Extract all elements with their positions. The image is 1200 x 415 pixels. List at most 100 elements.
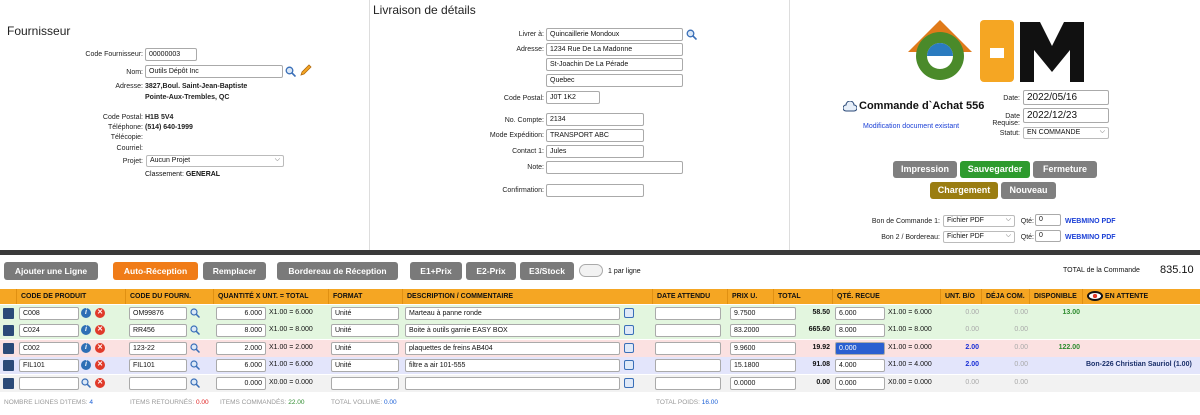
- quantity-input[interactable]: 6.000: [216, 307, 266, 320]
- comment-icon[interactable]: [624, 343, 634, 353]
- bon1-qty-input[interactable]: 0: [1035, 214, 1061, 226]
- status-select[interactable]: EN COMMANDE: [1023, 127, 1109, 139]
- info-icon[interactable]: i: [81, 308, 91, 318]
- bon1-format-select[interactable]: Fichier PDF: [943, 215, 1015, 227]
- e3-stock-button[interactable]: E3/Stock: [520, 262, 574, 280]
- format-input[interactable]: Unité: [331, 342, 399, 355]
- shipping-input[interactable]: TRANSPORT ABC: [546, 129, 644, 142]
- delivery-address3-input[interactable]: Quebec: [546, 74, 683, 87]
- calculator-icon[interactable]: [3, 308, 14, 319]
- expected-date-input[interactable]: [655, 342, 721, 355]
- description-input[interactable]: Boite à outils garnie EASY BOX: [405, 324, 620, 337]
- info-icon[interactable]: i: [81, 325, 91, 335]
- bon1-webmino-link[interactable]: WEBMINO PDF: [1065, 218, 1116, 225]
- supplier-code-input[interactable]: RR456: [129, 324, 187, 337]
- search-icon[interactable]: [190, 343, 200, 353]
- supplier-code-input[interactable]: 123-22: [129, 342, 187, 355]
- delete-icon[interactable]: ✕: [95, 325, 105, 335]
- bordereau-button[interactable]: Bordereau de Réception: [277, 262, 398, 280]
- received-qty-input[interactable]: 0.000: [835, 377, 885, 390]
- info-icon[interactable]: i: [81, 360, 91, 370]
- edit-pencil-icon[interactable]: [299, 64, 312, 77]
- supplier-code-input[interactable]: FIL101: [129, 359, 187, 372]
- print-button[interactable]: Impression: [893, 161, 957, 178]
- account-input[interactable]: 2134: [546, 113, 644, 126]
- description-input[interactable]: filtre a air 101-555: [405, 359, 620, 372]
- new-button[interactable]: Nouveau: [1001, 182, 1056, 199]
- quantity-input[interactable]: 8.000: [216, 324, 266, 337]
- expected-date-input[interactable]: [655, 307, 721, 320]
- expected-date-input[interactable]: [655, 359, 721, 372]
- comment-icon[interactable]: [624, 325, 634, 335]
- search-icon[interactable]: [285, 66, 296, 77]
- product-code-input[interactable]: C002: [19, 342, 79, 355]
- expected-date-input[interactable]: [655, 324, 721, 337]
- contact-input[interactable]: Jules: [546, 145, 644, 158]
- search-icon[interactable]: [81, 378, 91, 388]
- search-icon[interactable]: [686, 29, 697, 40]
- received-qty-input[interactable]: 8.000: [835, 324, 885, 337]
- description-input[interactable]: Marteau à panne ronde: [405, 307, 620, 320]
- supplier-code-input[interactable]: OM99876: [129, 307, 187, 320]
- info-icon[interactable]: i: [81, 343, 91, 353]
- product-code-input[interactable]: C008: [19, 307, 79, 320]
- calculator-icon[interactable]: [3, 378, 14, 389]
- supplier-code-input[interactable]: [129, 377, 187, 390]
- e1-price-button[interactable]: E1+Prix: [410, 262, 462, 280]
- format-input[interactable]: Unité: [331, 359, 399, 372]
- bon2-webmino-link[interactable]: WEBMINO PDF: [1065, 234, 1116, 241]
- search-icon[interactable]: [190, 378, 200, 388]
- bon2-format-select[interactable]: Fichier PDF: [943, 231, 1015, 243]
- search-icon[interactable]: [190, 360, 200, 370]
- quantity-input[interactable]: 0.000: [216, 377, 266, 390]
- format-input[interactable]: Unité: [331, 324, 399, 337]
- delete-icon[interactable]: ✕: [95, 343, 105, 353]
- load-button[interactable]: Chargement: [930, 182, 998, 199]
- calculator-icon[interactable]: [3, 343, 14, 354]
- product-code-input[interactable]: [19, 377, 79, 390]
- date-input[interactable]: 2022/05/16: [1023, 90, 1109, 105]
- delete-icon[interactable]: ✕: [95, 378, 105, 388]
- expected-date-input[interactable]: [655, 377, 721, 390]
- search-icon[interactable]: [190, 325, 200, 335]
- e2-price-button[interactable]: E2-Prix: [466, 262, 516, 280]
- format-input[interactable]: [331, 377, 399, 390]
- add-note-icon[interactable]: [624, 378, 634, 388]
- delete-icon[interactable]: ✕: [95, 308, 105, 318]
- delivery-address1-input[interactable]: 1234 Rue De La Madonne: [546, 43, 683, 56]
- replace-button[interactable]: Remplacer: [203, 262, 266, 280]
- delete-icon[interactable]: ✕: [95, 360, 105, 370]
- project-select[interactable]: Aucun Projet: [146, 155, 284, 167]
- quantity-input[interactable]: 2.000: [216, 342, 266, 355]
- received-qty-input[interactable]: 0.000: [835, 342, 885, 355]
- received-qty-input[interactable]: 4.000: [835, 359, 885, 372]
- delivery-address2-input[interactable]: St-Joachin De La Pérade: [546, 58, 683, 71]
- product-code-input[interactable]: FIL101: [19, 359, 79, 372]
- quantity-input[interactable]: 6.000: [216, 359, 266, 372]
- supplier-name-label: Nom:: [126, 69, 143, 76]
- bon2-qty-input[interactable]: 0: [1035, 230, 1061, 242]
- comment-icon[interactable]: [624, 360, 634, 370]
- supplier-name-input[interactable]: Outils Dépôt Inc: [145, 65, 283, 78]
- required-date-input[interactable]: 2022/12/23: [1023, 108, 1109, 123]
- description-input[interactable]: [405, 377, 620, 390]
- received-qty-input[interactable]: 6.000: [835, 307, 885, 320]
- comment-icon[interactable]: [624, 308, 634, 318]
- cloud-sync-icon[interactable]: [843, 101, 857, 113]
- supplier-code-input[interactable]: 00000003: [145, 48, 197, 61]
- per-line-toggle[interactable]: [579, 264, 603, 277]
- delivery-postal-input[interactable]: J0T 1K2: [546, 91, 600, 104]
- deliver-to-input[interactable]: Quincaillerie Mondoux: [546, 28, 683, 41]
- calculator-icon[interactable]: [3, 325, 14, 336]
- auto-reception-button[interactable]: Auto-Réception: [113, 262, 198, 280]
- calculator-icon[interactable]: [3, 360, 14, 371]
- product-code-input[interactable]: C024: [19, 324, 79, 337]
- save-button[interactable]: Sauvegarder: [960, 161, 1030, 178]
- description-input[interactable]: plaquettes de freins AB404: [405, 342, 620, 355]
- note-input[interactable]: [546, 161, 683, 174]
- add-line-button[interactable]: Ajouter une Ligne: [4, 262, 98, 280]
- search-icon[interactable]: [190, 308, 200, 318]
- confirmation-input[interactable]: [546, 184, 644, 197]
- close-button[interactable]: Fermeture: [1033, 161, 1097, 178]
- format-input[interactable]: Unité: [331, 307, 399, 320]
